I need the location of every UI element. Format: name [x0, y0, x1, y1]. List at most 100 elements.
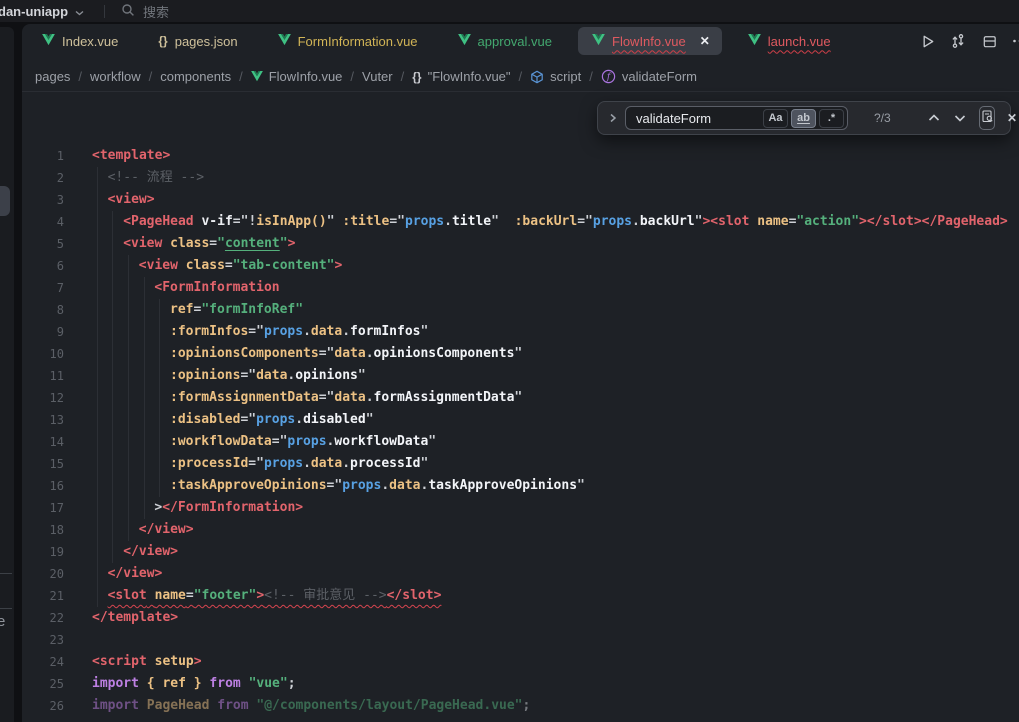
tab-approval-vue[interactable]: approval.vue: [438, 24, 572, 58]
expand-replace-chevron-icon[interactable]: [609, 113, 617, 123]
code-line[interactable]: 25import { ref } from "vue";: [22, 673, 1019, 695]
code-line[interactable]: 2<!-- 流程 -->: [22, 167, 1019, 189]
code-token: props: [593, 214, 632, 229]
code-token: <script: [92, 654, 147, 669]
code-token: name: [155, 588, 186, 603]
line-number: 3: [22, 189, 64, 211]
editor-panel: Index.vue{}pages.json FormInformation.vue…: [22, 24, 1019, 722]
code-token: workflowData: [334, 434, 428, 449]
breadcrumb-item[interactable]: FlowInfo.vue: [251, 69, 343, 84]
code-line[interactable]: 18</view>: [22, 519, 1019, 541]
close-icon[interactable]: ✕: [1007, 111, 1017, 125]
code-line[interactable]: 20</view>: [22, 563, 1019, 585]
code-line[interactable]: 4<PageHead v-if="!isInApp()" :title="pro…: [22, 211, 1019, 233]
code-token: "@/components/layout/PageHead.vue": [256, 698, 522, 713]
tab-strip: Index.vue{}pages.json FormInformation.vue…: [22, 24, 851, 58]
breadcrumb-separator: /: [589, 69, 593, 84]
breadcrumb-item[interactable]: {}"FlowInfo.vue": [412, 69, 510, 84]
code-line[interactable]: 10:opinionsComponents="data.opinionsComp…: [22, 343, 1019, 365]
code-token: </slot>: [387, 588, 442, 603]
tab-forminformation-vue[interactable]: FormInformation.vue: [258, 24, 438, 58]
window-titlebar: dan-uniapp 搜索: [0, 0, 1019, 22]
code-token: ": [327, 214, 343, 229]
regex-button[interactable]: .*: [819, 109, 844, 128]
split-icon[interactable]: [980, 32, 998, 50]
code-line[interactable]: 6<view class="tab-content">: [22, 255, 1019, 277]
tab-label: FormInformation.vue: [298, 34, 418, 49]
code-line[interactable]: 12:formAssignmentData="data.formAssignme…: [22, 387, 1019, 409]
breadcrumb-item[interactable]: components: [160, 69, 231, 84]
find-in-selection-button[interactable]: [979, 106, 995, 130]
breadcrumb-item[interactable]: Vuter: [362, 69, 393, 84]
code-line[interactable]: 13:disabled="props.disabled": [22, 409, 1019, 431]
tab-close-icon[interactable]: ✕: [700, 34, 710, 48]
breadcrumb-separator: /: [239, 69, 243, 84]
line-number: 16: [22, 475, 64, 497]
code-line[interactable]: 5<view class="content">: [22, 233, 1019, 255]
line-number: 6: [22, 255, 64, 277]
breadcrumb-item[interactable]: workflow: [90, 69, 141, 84]
code-token: {: [147, 676, 163, 691]
run-icon[interactable]: [918, 32, 936, 50]
code-line[interactable]: 11:opinions="data.opinions": [22, 365, 1019, 387]
code-line-content: :workflowData="props.workflowData": [92, 431, 1015, 453]
tab-launch-vue[interactable]: launch.vue: [728, 24, 851, 58]
line-number: 13: [22, 409, 64, 431]
tab-flowinfo-vue[interactable]: FlowInfo.vue✕: [578, 27, 722, 55]
code-line[interactable]: 26import PageHead from "@/components/lay…: [22, 695, 1019, 717]
code-line[interactable]: 15:processId="props.data.processId": [22, 453, 1019, 475]
code-token: =": [233, 214, 249, 229]
code-line[interactable]: 19</view>: [22, 541, 1019, 563]
breadcrumb-item[interactable]: pages: [35, 69, 70, 84]
code-line[interactable]: 1<template>: [22, 145, 1019, 167]
next-match-icon[interactable]: [954, 109, 966, 127]
more-icon[interactable]: [1011, 32, 1019, 50]
code-line[interactable]: 3<view>: [22, 189, 1019, 211]
code-line[interactable]: 17></FormInformation>: [22, 497, 1019, 519]
code-token: ><slot: [702, 214, 749, 229]
code-token: props: [256, 412, 295, 427]
code-line[interactable]: 8ref="formInfoRef": [22, 299, 1019, 321]
code-token: .: [342, 324, 350, 339]
code-line-content: </template>: [92, 607, 1015, 629]
code-token: <template>: [92, 148, 170, 163]
code-line[interactable]: 21<slot name="footer"><!-- 审批意见 --></slo…: [22, 585, 1019, 607]
code-line[interactable]: 22</template>: [22, 607, 1019, 629]
code-line[interactable]: 23: [22, 629, 1019, 651]
line-number: 23: [22, 629, 64, 651]
line-number: 15: [22, 453, 64, 475]
code-token: :opinionsComponents: [170, 346, 319, 361]
tab-pages-json[interactable]: {}pages.json: [138, 24, 257, 58]
code-token: ": [514, 346, 522, 361]
code-editor[interactable]: 1<template>2<!-- 流程 -->3<view>4<PageHead…: [22, 92, 1019, 722]
code-token: v-if: [201, 214, 232, 229]
code-token: :workflowData: [170, 434, 272, 449]
line-number: 8: [22, 299, 64, 321]
find-input[interactable]: [636, 111, 760, 126]
code-line[interactable]: 16:taskApproveOpinions="props.data.taskA…: [22, 475, 1019, 497]
tab-index-vue[interactable]: Index.vue: [22, 24, 138, 58]
code-line[interactable]: 24<script setup>: [22, 651, 1019, 673]
global-search-button[interactable]: 搜索: [121, 2, 169, 21]
code-token: =": [389, 214, 405, 229]
code-token: =": [240, 368, 256, 383]
breadcrumb-item[interactable]: script: [530, 69, 581, 84]
function-icon: f: [601, 69, 616, 84]
match-case-button[interactable]: Aa: [763, 109, 788, 128]
breadcrumb-item[interactable]: fvalidateForm: [601, 69, 697, 84]
code-line[interactable]: 9:formInfos="props.data.formInfos": [22, 321, 1019, 343]
left-dock-handle[interactable]: [0, 186, 10, 216]
vue-icon: [592, 34, 605, 49]
whole-words-button[interactable]: ab: [791, 109, 816, 128]
code-line-content: :opinions="data.opinions": [92, 365, 1015, 387]
code-token: >: [194, 654, 202, 669]
code-line[interactable]: 7<FormInformation: [22, 277, 1019, 299]
breadcrumb-separator: /: [519, 69, 523, 84]
previous-match-icon[interactable]: [928, 109, 940, 127]
sync-icon[interactable]: [949, 32, 967, 50]
vue-icon: [42, 34, 55, 49]
project-switcher[interactable]: dan-uniapp: [0, 4, 84, 19]
code-token: [241, 676, 249, 691]
code-token: "vue": [249, 676, 288, 691]
code-line[interactable]: 14:workflowData="props.workflowData": [22, 431, 1019, 453]
